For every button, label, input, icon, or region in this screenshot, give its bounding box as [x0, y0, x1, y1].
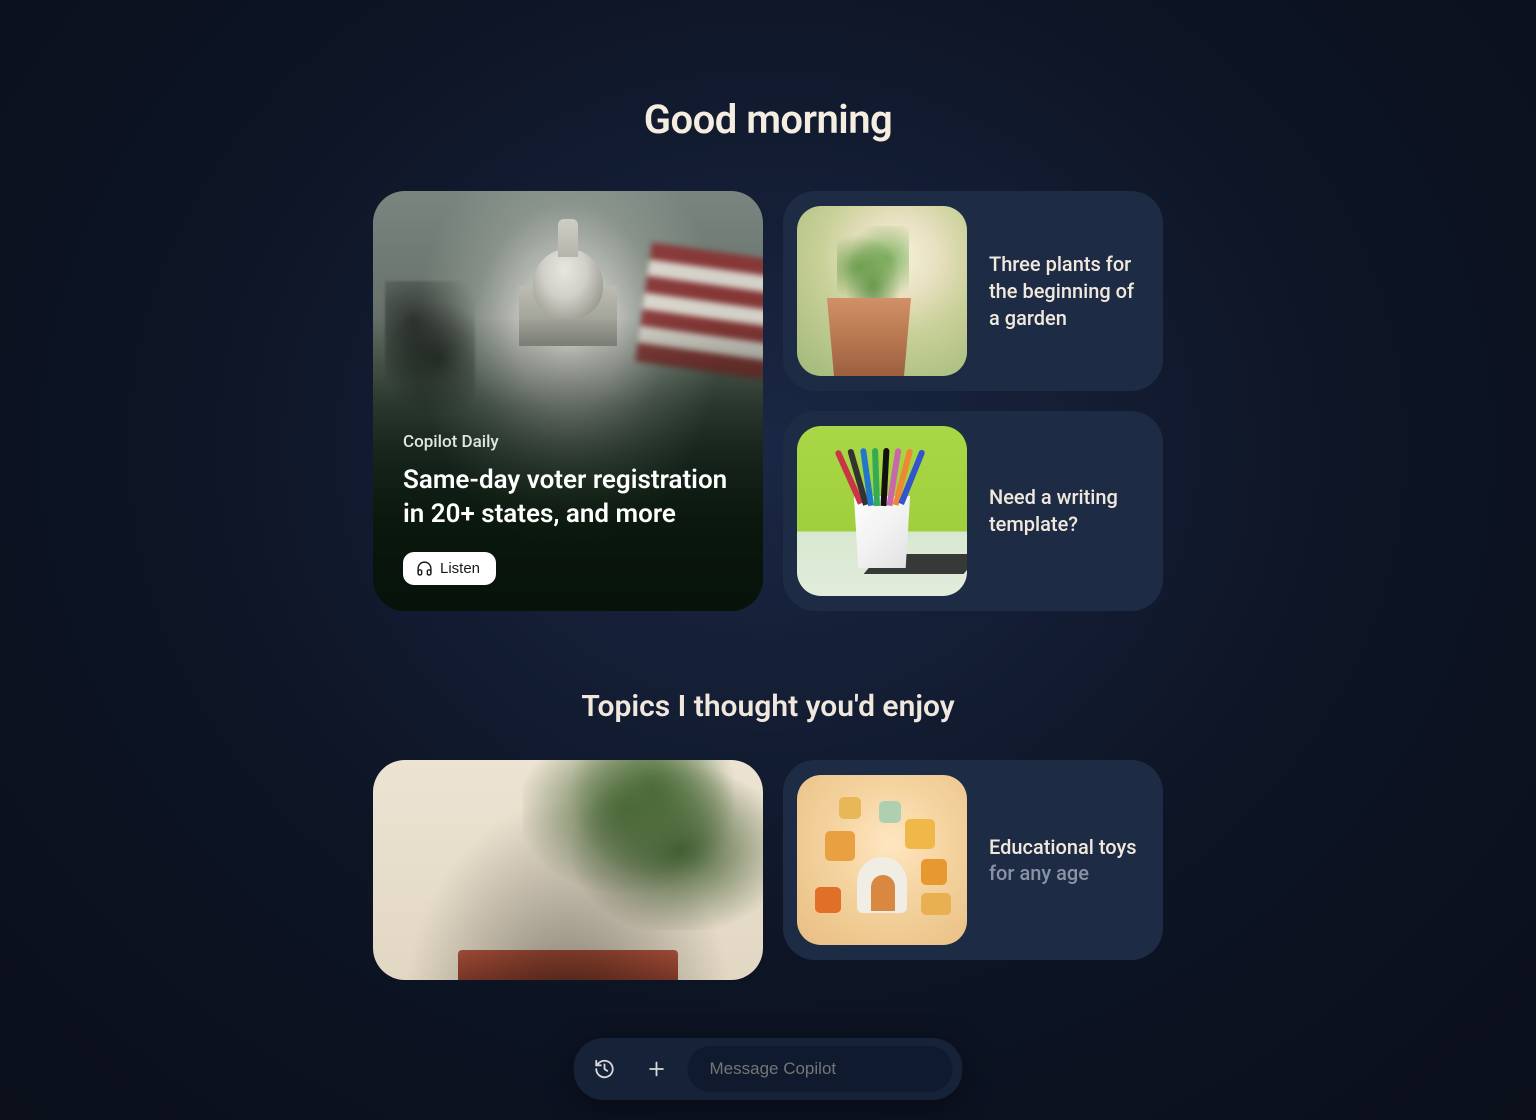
greeting-heading: Good morning: [0, 96, 1536, 143]
history-icon: [594, 1058, 616, 1080]
headphones-icon: [416, 560, 433, 577]
card-plants-thumb: [797, 206, 967, 376]
new-chat-button[interactable]: [636, 1048, 678, 1090]
hero-title: Same-day voter registration in 20+ state…: [403, 464, 733, 532]
hero-card[interactable]: Copilot Daily Same-day voter registratio…: [373, 191, 763, 611]
topics-heading: Topics I thought you'd enjoy: [0, 689, 1536, 724]
history-button[interactable]: [584, 1048, 626, 1090]
plus-icon: [646, 1058, 668, 1080]
topics-grid: Educational toys for any age: [0, 760, 1536, 980]
card-writing-title: Need a writing template?: [989, 484, 1149, 538]
topic-card-toys[interactable]: Educational toys for any age: [783, 760, 1163, 960]
hero-eyebrow: Copilot Daily: [403, 432, 733, 452]
card-writing[interactable]: Need a writing template?: [783, 411, 1163, 611]
topic-toys-sub: for any age: [989, 861, 1137, 885]
topic-toys-thumb: [797, 775, 967, 945]
listen-button[interactable]: Listen: [403, 552, 496, 585]
cards-grid: Copilot Daily Same-day voter registratio…: [0, 191, 1536, 611]
topic-card-large[interactable]: [373, 760, 763, 980]
composer-bar: [574, 1038, 963, 1100]
card-writing-thumb: [797, 426, 967, 596]
card-plants[interactable]: Three plants for the beginning of a gard…: [783, 191, 1163, 391]
topic-toys-title: Educational toys: [989, 835, 1137, 859]
card-plants-title: Three plants for the beginning of a gard…: [989, 251, 1149, 332]
listen-label: Listen: [440, 560, 480, 577]
topic-large-image: [523, 760, 763, 930]
message-input[interactable]: [688, 1046, 953, 1092]
